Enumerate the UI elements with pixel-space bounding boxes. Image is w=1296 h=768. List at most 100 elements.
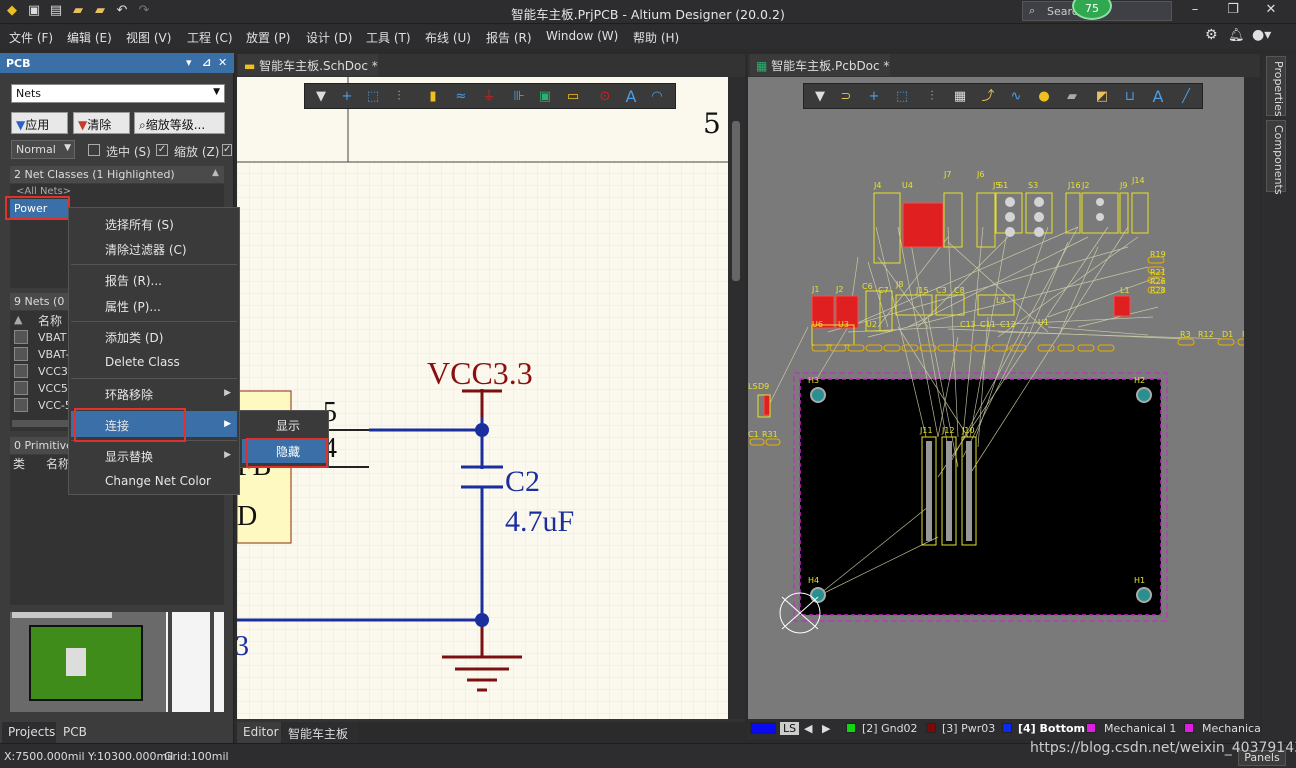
- bell-icon[interactable]: 🔔︎: [1228, 28, 1245, 43]
- move-icon[interactable]: +: [866, 89, 882, 105]
- menu-file[interactable]: 文件 (F): [9, 29, 53, 46]
- layer-scroll-left-icon[interactable]: ◀: [804, 722, 812, 735]
- net-item[interactable]: VBAT-: [38, 348, 69, 361]
- menu-report[interactable]: 报告 (R)...: [105, 272, 162, 289]
- move-icon[interactable]: +: [339, 89, 355, 105]
- tab-pcb[interactable]: PCB: [57, 722, 91, 744]
- pcb-canvas[interactable]: J4 U4 J7 J6 J5 S1 S3 J16 J2 J9 J14 R19 R…: [748, 77, 1260, 719]
- menu-tools[interactable]: 工具 (T): [366, 29, 411, 46]
- pcb-vscrollbar[interactable]: [1244, 77, 1260, 719]
- menu-place[interactable]: 放置 (P): [246, 29, 290, 46]
- text-icon[interactable]: A: [1150, 89, 1166, 105]
- scroll-up-icon[interactable]: ▲: [212, 168, 219, 178]
- clear-button[interactable]: ▼清除: [73, 112, 130, 134]
- nets-name-column[interactable]: 名称: [38, 312, 62, 329]
- board-minimap[interactable]: [10, 612, 224, 712]
- menu-project[interactable]: 工程 (C): [187, 29, 233, 46]
- apply-button[interactable]: ▼应用: [11, 112, 68, 134]
- mask-mode-select[interactable]: Normal ▼: [11, 140, 75, 159]
- directive-icon[interactable]: ⊙: [597, 89, 613, 105]
- menu-view[interactable]: 视图 (V): [126, 29, 171, 46]
- layer-set-button[interactable]: LS: [780, 722, 800, 735]
- net-item[interactable]: VCC5: [38, 382, 68, 395]
- diff-pair-icon[interactable]: ∿: [1008, 89, 1024, 105]
- select-icon[interactable]: ⬚: [365, 89, 381, 105]
- gear-icon[interactable]: ⚙: [1205, 27, 1218, 43]
- submenu-show[interactable]: 显示: [276, 417, 300, 434]
- select-checkbox[interactable]: [88, 144, 100, 156]
- tab-properties[interactable]: Properties: [1266, 56, 1286, 117]
- align-icon[interactable]: ⫶: [391, 89, 407, 105]
- close-button[interactable]: ✕: [1256, 2, 1286, 20]
- polygon-icon[interactable]: ▰: [1064, 89, 1080, 105]
- filter-icon[interactable]: ▼: [313, 89, 329, 105]
- minimize-button[interactable]: –: [1180, 2, 1210, 20]
- power-port-icon[interactable]: ⏚: [481, 89, 497, 105]
- layer-tab-gnd02[interactable]: [2] Gnd02: [862, 722, 918, 735]
- filter-icon[interactable]: ▼: [812, 89, 828, 105]
- menu-clear-filter[interactable]: 清除过滤器 (C): [105, 241, 187, 258]
- part-icon[interactable]: ▮: [425, 89, 441, 105]
- arc-icon[interactable]: ◠: [649, 89, 665, 105]
- schematic-canvas[interactable]: 5 VCC3.3 C2 4.7uF 5 4 FB D 3: [237, 77, 728, 719]
- port-icon[interactable]: ▭: [565, 89, 581, 105]
- primitives-col-name[interactable]: 名称: [46, 455, 70, 472]
- tab-schdoc[interactable]: ▬ 智能车主板.SchDoc *: [238, 54, 378, 76]
- current-layer-swatch[interactable]: [750, 722, 776, 734]
- panel-close-icon[interactable]: ✕: [218, 56, 227, 69]
- nets-scrollbar[interactable]: [12, 420, 68, 427]
- net-label-vcc33[interactable]: VCC3.3: [427, 355, 533, 392]
- tab-pcbdoc[interactable]: ▦ 智能车主板.PcbDoc *: [750, 54, 890, 76]
- menu-reports[interactable]: 报告 (R): [486, 29, 532, 46]
- menu-properties[interactable]: 属性 (P)...: [105, 298, 161, 315]
- cap-value[interactable]: 4.7uF: [505, 505, 574, 539]
- layer-tab-mech[interactable]: Mechanica: [1202, 722, 1261, 735]
- line-icon[interactable]: ╱: [1178, 89, 1194, 105]
- cap-designator[interactable]: C2: [505, 465, 540, 499]
- zoom-checkbox[interactable]: ✓: [156, 144, 168, 156]
- align-icon[interactable]: ⫶: [924, 89, 940, 105]
- net-item[interactable]: VCC-5: [38, 399, 72, 412]
- menu-window[interactable]: Window (W): [546, 29, 618, 43]
- menu-select-all[interactable]: 选择所有 (S): [105, 216, 174, 233]
- route-icon[interactable]: ⤴: [980, 89, 996, 105]
- restore-button[interactable]: ❐: [1218, 2, 1248, 20]
- component-icon[interactable]: ▦: [952, 89, 968, 105]
- menu-delete-class[interactable]: Delete Class: [105, 355, 180, 369]
- mode-select[interactable]: Nets ▼: [11, 84, 225, 103]
- layer-tab-pwr03[interactable]: [3] Pwr03: [942, 722, 995, 735]
- layer-tab-bottom[interactable]: [4] Bottom: [1018, 722, 1085, 735]
- clear-existing-checkbox[interactable]: ✓: [222, 144, 232, 156]
- keepout-icon[interactable]: ◩: [1094, 89, 1110, 105]
- user-icon[interactable]: ●▾: [1252, 27, 1271, 43]
- highlight-net-icon[interactable]: ⊃: [838, 89, 854, 105]
- text-icon[interactable]: A: [623, 89, 639, 105]
- pin-icon[interactable]: ⊿: [202, 56, 211, 69]
- sheet-symbol-icon[interactable]: ▣: [537, 89, 553, 105]
- net-item[interactable]: VBAT: [38, 331, 66, 344]
- primitives-col-class[interactable]: 类: [13, 455, 25, 472]
- wire-icon[interactable]: ≈: [453, 89, 469, 105]
- tab-components[interactable]: Components: [1266, 120, 1286, 195]
- tab-doc[interactable]: 智能车主板: [282, 722, 358, 744]
- bus-icon[interactable]: ⊪: [511, 89, 527, 105]
- select-icon[interactable]: ⬚: [894, 89, 910, 105]
- menu-loop-removal[interactable]: 环路移除: [105, 386, 153, 403]
- tab-editor[interactable]: Editor: [237, 722, 281, 744]
- menu-help[interactable]: 帮助 (H): [633, 29, 679, 46]
- net-item[interactable]: VCC3.: [38, 365, 71, 378]
- via-icon[interactable]: ●: [1036, 89, 1052, 105]
- menu-design[interactable]: 设计 (D): [306, 29, 352, 46]
- menu-show-override[interactable]: 显示替换: [105, 448, 153, 465]
- menu-route[interactable]: 布线 (U): [425, 29, 471, 46]
- dimension-icon[interactable]: ⊔: [1122, 89, 1138, 105]
- sch-vscrollbar[interactable]: [728, 77, 745, 719]
- layer-tab-mech1[interactable]: Mechanical 1: [1104, 722, 1176, 735]
- menu-edit[interactable]: 编辑 (E): [67, 29, 112, 46]
- sch-scroll-thumb[interactable]: [732, 121, 740, 281]
- zoom-level-button[interactable]: ⌕缩放等级...: [134, 112, 225, 134]
- layer-scroll-right-icon[interactable]: ▶: [822, 722, 830, 735]
- tab-projects[interactable]: Projects: [2, 722, 56, 744]
- panel-menu-icon[interactable]: ▾: [186, 56, 192, 69]
- menu-change-net-color[interactable]: Change Net Color: [105, 474, 211, 488]
